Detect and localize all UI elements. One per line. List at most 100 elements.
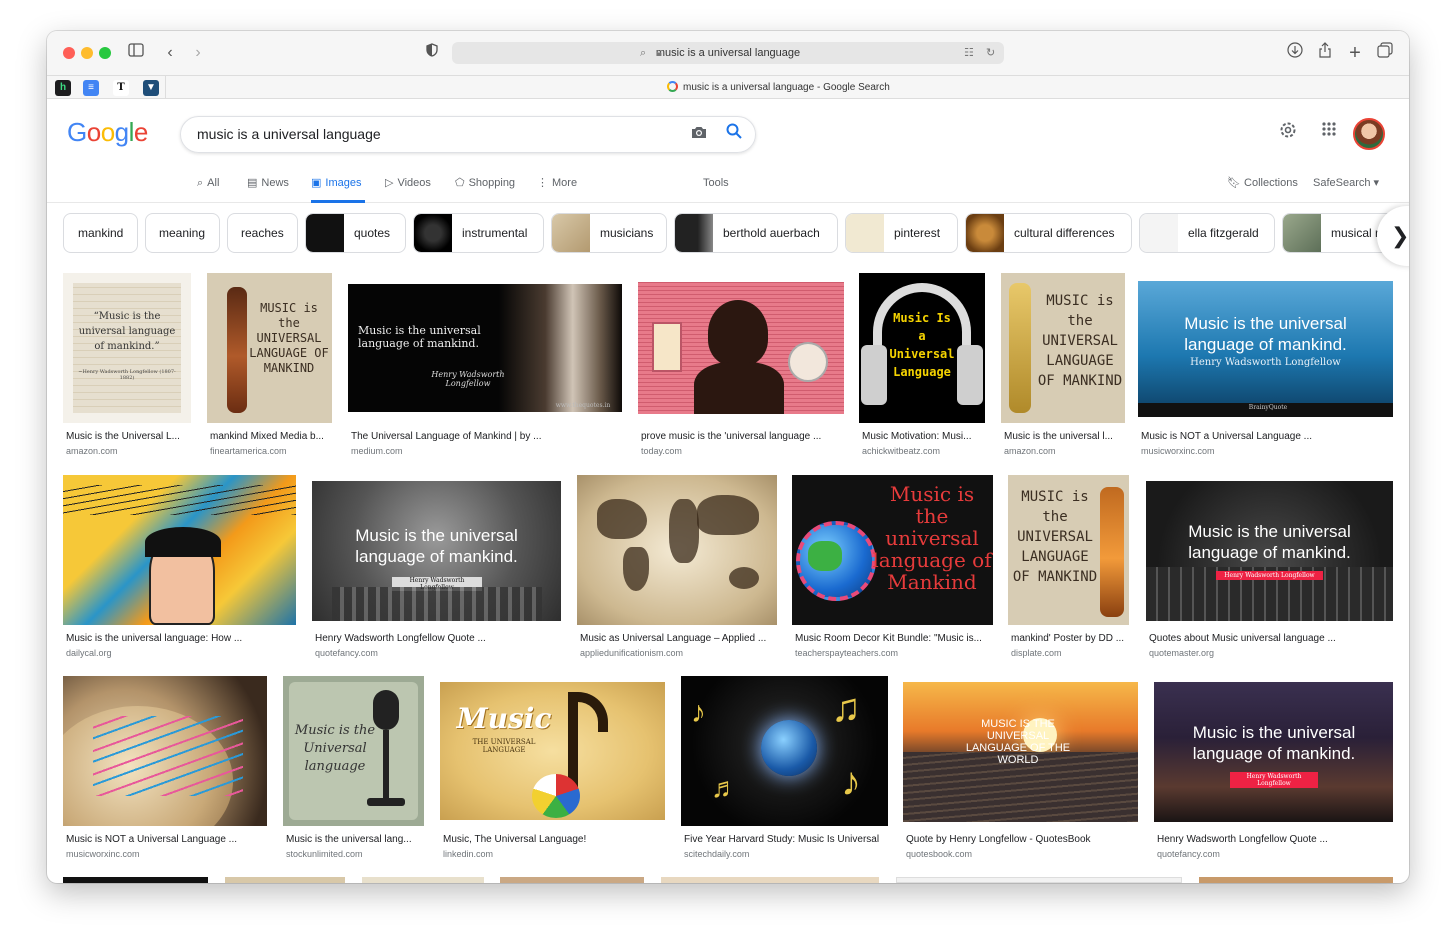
image-result-partial[interactable]	[1199, 877, 1393, 883]
search-box[interactable]	[180, 116, 756, 153]
image-result[interactable]: Music is the universal language: How ...…	[63, 475, 296, 665]
translate-icon[interactable]: ☷	[964, 42, 974, 64]
result-source[interactable]: fineartamerica.com	[210, 446, 287, 456]
safesearch-toggle[interactable]: SafeSearch ▾	[1313, 176, 1379, 189]
address-bar[interactable]: ⌕ 🔒︎ music is a universal language ☷ ↻	[452, 42, 1004, 64]
chip-ella-fitzgerald[interactable]: ella fitzgerald	[1139, 213, 1275, 253]
result-image[interactable]	[638, 282, 844, 414]
chip-reaches[interactable]: reaches	[227, 213, 298, 253]
result-title[interactable]: Music is NOT a Universal Language ...	[1141, 431, 1391, 442]
result-source[interactable]: achickwitbeatz.com	[862, 446, 940, 456]
result-image[interactable]: Music THE UNIVERSAL LANGUAGE	[440, 682, 665, 820]
result-title[interactable]: Quote by Henry Longfellow - QuotesBook	[906, 834, 1136, 845]
tab-more[interactable]: ⋮ More	[537, 171, 577, 203]
new-tab-icon[interactable]: +	[1344, 42, 1366, 64]
result-source[interactable]: today.com	[641, 446, 682, 456]
result-image[interactable]: ♪ ♫ ♪ ♬	[681, 676, 888, 826]
result-title[interactable]: prove music is the 'universal language .…	[641, 431, 841, 442]
result-source[interactable]: dailycal.org	[66, 648, 112, 658]
result-title[interactable]: Music Motivation: Musi...	[862, 431, 982, 442]
result-image[interactable]: Music Is a Universal Language	[859, 273, 985, 423]
result-source[interactable]: musicworxinc.com	[1141, 446, 1215, 456]
result-image[interactable]	[577, 475, 777, 625]
result-source[interactable]: quotemaster.org	[1149, 648, 1214, 658]
image-result[interactable]: MUSIC is the UNIVERSAL LANGUAGE OF MANKI…	[1008, 475, 1129, 665]
result-title[interactable]: Five Year Harvard Study: Music Is Univer…	[684, 834, 887, 845]
tab-videos[interactable]: ▷ Videos	[385, 171, 431, 203]
tab-overview-icon[interactable]	[1374, 42, 1396, 64]
tab-tools[interactable]: Tools	[703, 171, 729, 203]
result-source[interactable]: displate.com	[1011, 648, 1062, 658]
search-button[interactable]	[723, 123, 745, 145]
zoom-window-button[interactable]	[99, 47, 111, 59]
image-result[interactable]: Music is the universal language of manki…	[348, 273, 622, 463]
active-tab[interactable]: music is a universal language - Google S…	[667, 81, 890, 93]
result-image[interactable]: “Music is the universal language of mank…	[63, 273, 191, 423]
chip-pinterest[interactable]: pinterest	[845, 213, 958, 253]
result-source[interactable]: quotesbook.com	[906, 849, 972, 859]
result-title[interactable]: Henry Wadsworth Longfellow Quote ...	[315, 633, 559, 644]
image-result[interactable]: Music is the Universal language Music is…	[283, 676, 424, 866]
chip-cultural-differences[interactable]: cultural differences	[965, 213, 1132, 253]
search-input[interactable]	[197, 126, 677, 142]
close-window-button[interactable]	[63, 47, 75, 59]
result-image[interactable]: Music is the universal language of Manki…	[792, 475, 993, 625]
sidebar-toggle-icon[interactable]	[125, 42, 147, 64]
image-result-partial[interactable]	[896, 877, 1182, 883]
favorite-h-icon[interactable]: h	[55, 80, 71, 96]
image-result[interactable]: MUSIC is the UNIVERSAL LANGUAGE OF MANKI…	[1001, 273, 1125, 463]
minimize-window-button[interactable]	[81, 47, 93, 59]
image-result[interactable]: Music is the universal language of manki…	[1146, 475, 1393, 665]
result-source[interactable]: amazon.com	[1004, 446, 1056, 456]
image-result-partial[interactable]	[500, 877, 644, 883]
result-source[interactable]: scitechdaily.com	[684, 849, 749, 859]
google-logo[interactable]: Google	[67, 117, 148, 148]
result-image[interactable]: MUSIC is the UNIVERSAL LANGUAGE OF MANKI…	[1008, 475, 1129, 625]
result-source[interactable]: stockunlimited.com	[286, 849, 363, 859]
camera-icon[interactable]	[689, 125, 709, 145]
result-source[interactable]: quotefancy.com	[1157, 849, 1220, 859]
image-result[interactable]: Music Is a Universal Language Music Moti…	[859, 273, 985, 463]
result-source[interactable]: quotefancy.com	[315, 648, 378, 658]
chip-quotes[interactable]: quotes	[305, 213, 406, 253]
result-title[interactable]: The Universal Language of Mankind | by .…	[351, 431, 621, 442]
result-title[interactable]: Music is the universal l...	[1004, 431, 1122, 442]
image-result[interactable]: MUSIC IS THE UNIVERSAL LANGUAGE OF THE W…	[903, 676, 1138, 866]
reload-icon[interactable]: ↻	[986, 42, 995, 64]
result-image[interactable]: Music is the universal language of manki…	[1146, 481, 1393, 621]
image-result[interactable]: Music is the universal language of manki…	[1154, 676, 1393, 866]
result-title[interactable]: Music Room Decor Kit Bundle: "Music is..…	[795, 633, 991, 644]
result-image[interactable]: Music is the Universal language	[283, 676, 424, 826]
downloads-icon[interactable]	[1284, 42, 1306, 64]
result-image[interactable]: Music is the universal language of manki…	[312, 481, 561, 621]
apps-grid-icon[interactable]	[1317, 121, 1341, 145]
image-result[interactable]: Music is NOT a Universal Language ... mu…	[63, 676, 267, 866]
image-result[interactable]: prove music is the 'universal language .…	[638, 273, 844, 463]
tab-shopping[interactable]: ⬠ Shopping	[455, 171, 515, 203]
result-title[interactable]: Music as Universal Language – Applied ..…	[580, 633, 775, 644]
result-title[interactable]: Music is NOT a Universal Language ...	[66, 834, 266, 845]
tab-images[interactable]: ▣ Images	[311, 171, 366, 203]
result-image[interactable]: MUSIC is the UNIVERSAL LANGUAGE OF MANKI…	[207, 273, 332, 423]
forward-icon[interactable]: ›	[187, 42, 209, 64]
chip-instrumental[interactable]: instrumental	[413, 213, 544, 253]
chip-meaning[interactable]: meaning	[145, 213, 220, 253]
result-image[interactable]: Music is the universal language of manki…	[1154, 682, 1393, 822]
image-result[interactable]: Music as Universal Language – Applied ..…	[577, 475, 777, 665]
image-result[interactable]: “Music is the universal language of mank…	[63, 273, 191, 463]
result-source[interactable]: linkedin.com	[443, 849, 493, 859]
result-title[interactable]: Music is the universal language: How ...	[66, 633, 294, 644]
settings-gear-icon[interactable]	[1276, 121, 1300, 145]
result-image[interactable]: MUSIC is the UNIVERSAL LANGUAGE OF MANKI…	[1001, 273, 1125, 423]
image-result-partial[interactable]	[661, 877, 879, 883]
result-image[interactable]: Music is the universal language of manki…	[1138, 281, 1393, 417]
result-title[interactable]: mankind Mixed Media b...	[210, 431, 330, 442]
image-result[interactable]: Music is the universal language of manki…	[1138, 273, 1393, 463]
image-result-partial[interactable]	[225, 877, 345, 883]
share-icon[interactable]	[1314, 42, 1336, 64]
image-result[interactable]: ♪ ♫ ♪ ♬ Five Year Harvard Study: Music I…	[681, 676, 888, 866]
image-result[interactable]: Music is the universal language of manki…	[312, 475, 561, 665]
result-source[interactable]: appliedunificationism.com	[580, 648, 683, 658]
account-avatar[interactable]	[1353, 118, 1385, 150]
result-source[interactable]: medium.com	[351, 446, 403, 456]
